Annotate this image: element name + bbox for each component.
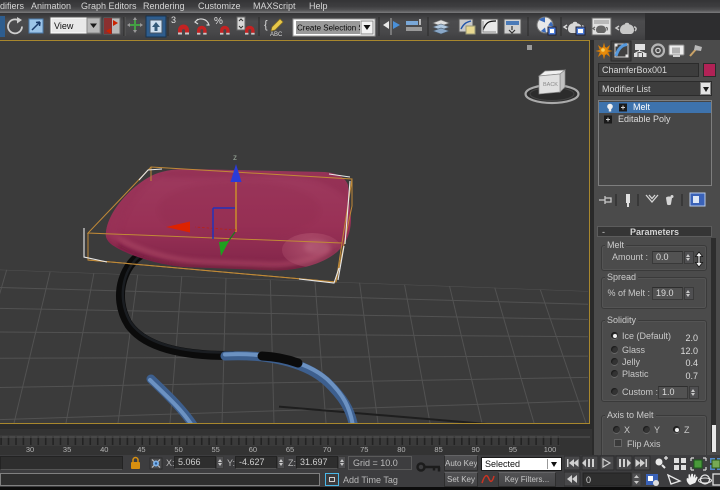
svg-text:0: 0 <box>586 475 591 485</box>
svg-text:3: 3 <box>171 15 176 25</box>
svg-text:BACK: BACK <box>543 82 558 88</box>
svg-text:Create Selection Se: Create Selection Se <box>297 24 369 33</box>
svg-text:{: { <box>264 19 268 31</box>
svg-text:ABC: ABC <box>270 32 283 38</box>
svg-text:z: z <box>233 153 237 162</box>
svg-text:%: % <box>214 16 223 27</box>
svg-text:View: View <box>54 21 74 31</box>
